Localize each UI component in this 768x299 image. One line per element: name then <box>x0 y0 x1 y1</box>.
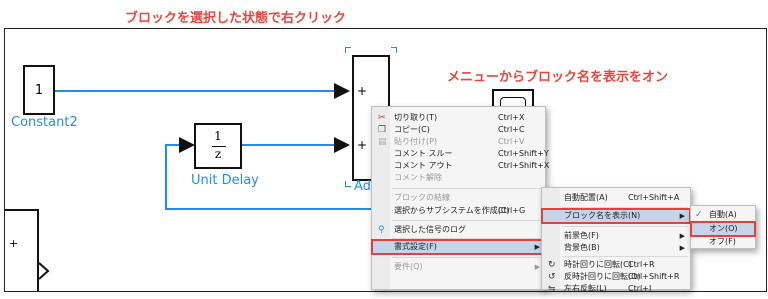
unit-delay-block[interactable]: 1 z <box>194 123 242 169</box>
submenu-item-show-block-name[interactable]: ブロック名を表示(N) ▶ <box>541 208 691 224</box>
menu-item-log-signals[interactable]: ⚲ 選択した信号のログ <box>372 223 545 237</box>
menu-separator <box>562 226 688 227</box>
left-block-output-arrow <box>38 262 50 280</box>
menu-separator <box>562 207 688 208</box>
add-port-1-sign: + <box>357 84 368 98</box>
name-option-off[interactable]: オフ(F) <box>691 235 755 249</box>
signal-log-icon: ⚲ <box>378 225 385 235</box>
constant-value: 1 <box>34 83 44 98</box>
constant-label[interactable]: Constant2 <box>11 115 78 130</box>
submenu-item-background-color[interactable]: 背景色(B) ▶ <box>542 241 690 255</box>
submenu-item-auto-arrange[interactable]: 自動配置(A) Ctrl+Shift+A <box>542 191 690 205</box>
menu-separator <box>392 238 543 239</box>
menu-separator <box>562 256 688 257</box>
constant-block[interactable]: 1 <box>23 65 55 115</box>
checkmark-icon: ✓ <box>695 210 703 220</box>
unit-delay-label[interactable]: Unit Delay <box>191 173 259 188</box>
menu-separator <box>392 188 543 189</box>
show-name-submenu: ✓ 自動(A) オン(O) オフ(F) <box>690 205 756 249</box>
annotation-show-name-on: メニューからブロック名を表示をオン <box>447 70 669 85</box>
name-option-on[interactable]: オン(O) <box>690 221 756 237</box>
submenu-arrow-icon: ▶ <box>679 244 685 252</box>
add-port-2-sign: + <box>357 138 368 152</box>
menu-separator <box>392 220 543 221</box>
menu-item-block-wiring[interactable]: ブロックの結線 <box>372 191 545 205</box>
submenu-item-flip[interactable]: ⇋ 左右反転(L) Ctrl+I <box>542 282 690 296</box>
submenu-arrow-icon: ▶ <box>534 263 540 271</box>
flip-icon: ⇋ <box>548 284 556 294</box>
menu-item-create-subsystem[interactable]: 選択からサブシステムを作成(C) Ctrl+G <box>372 204 545 218</box>
submenu-arrow-icon: ▶ <box>679 212 685 220</box>
menu-item-uncomment[interactable]: コメント解除 <box>372 171 545 185</box>
left-block-partial[interactable]: + <box>5 209 39 291</box>
annotation-right-click: ブロックを選択した状態で右クリック <box>125 11 347 26</box>
menu-item-format[interactable]: 書式設定(F) ▶ <box>371 239 546 255</box>
format-submenu: 自動配置(A) Ctrl+Shift+A ブロック名を表示(N) ▶ 前景色(F… <box>541 187 691 294</box>
context-menu: ✂ 切り取り(T) Ctrl+X ❐ コピー(C) Ctrl+C ▤ 貼り付け(… <box>371 106 549 290</box>
menu-separator <box>392 257 543 258</box>
delay-numerator: 1 <box>214 129 222 143</box>
name-option-auto[interactable]: ✓ 自動(A) <box>691 208 755 222</box>
delay-denominator: z <box>214 147 222 161</box>
left-block-port-sign: + <box>9 237 19 250</box>
submenu-arrow-icon: ▶ <box>534 243 540 251</box>
menu-item-requirements[interactable]: 要件(Q) ▶ <box>372 260 545 274</box>
